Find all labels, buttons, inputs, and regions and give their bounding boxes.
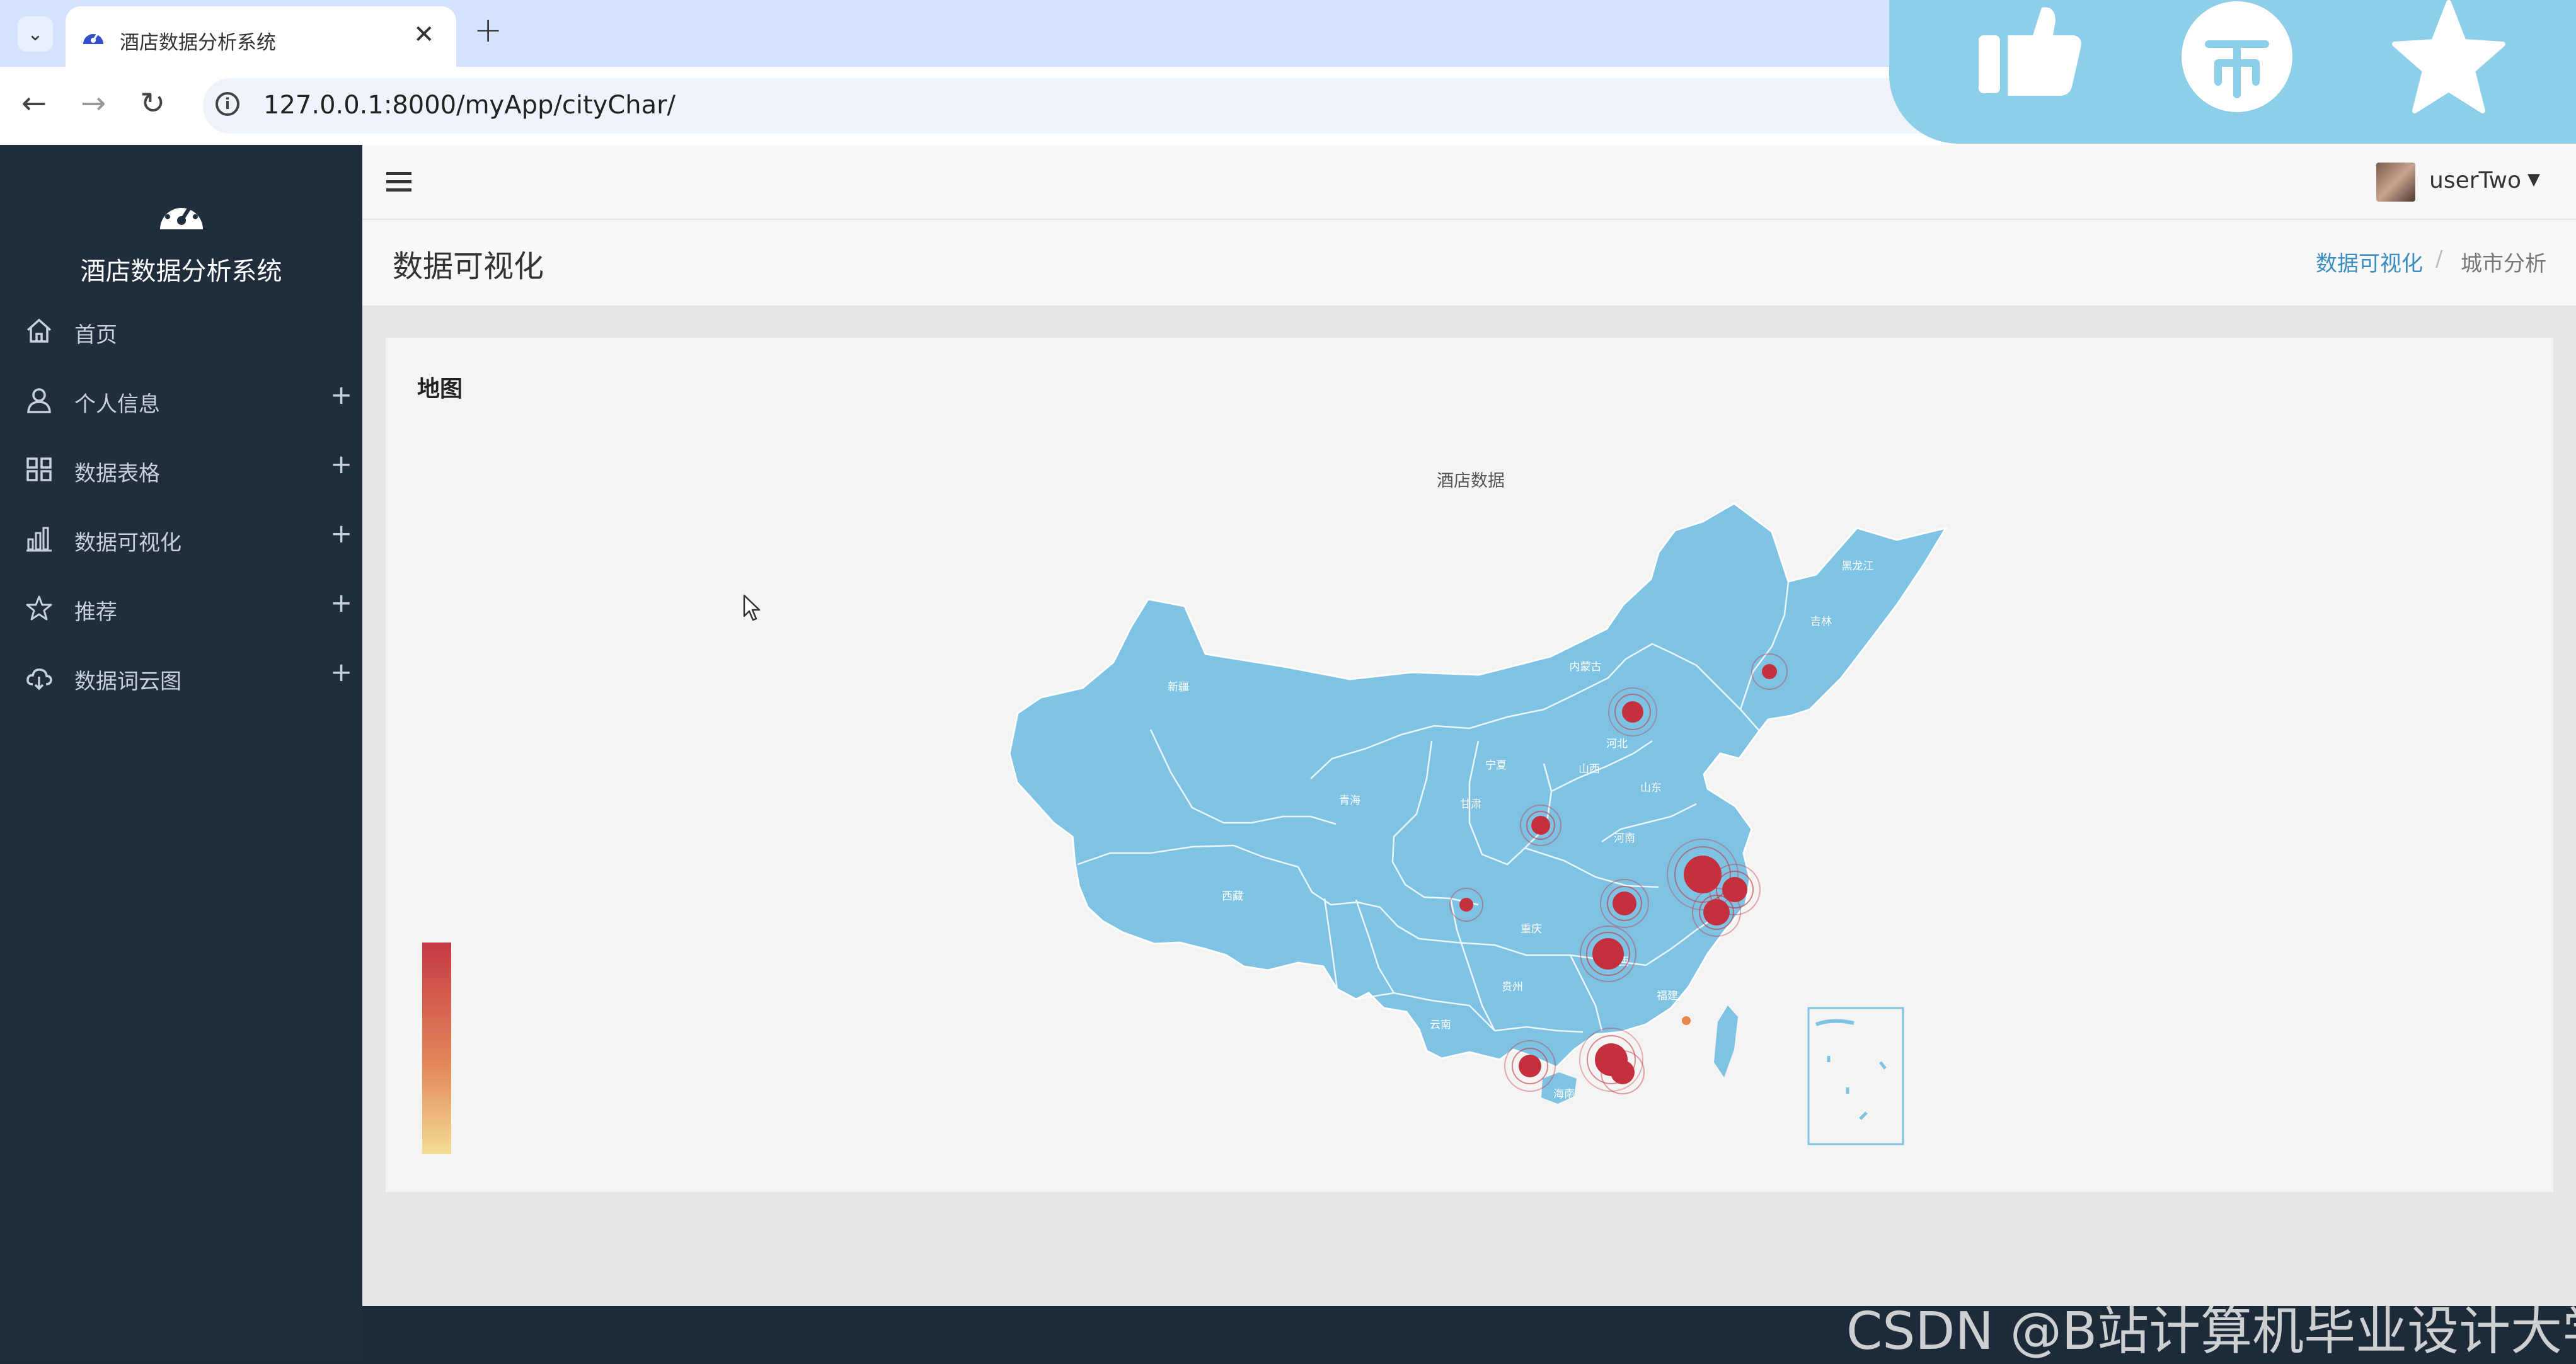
taiwan-shape[interactable] xyxy=(1714,1006,1738,1077)
brand-title: 酒店数据分析系统 xyxy=(80,257,282,286)
sidebar-item-wordcloud[interactable]: 数据词云图 + xyxy=(0,643,362,712)
chevron-down-icon: ⌄ xyxy=(27,23,43,45)
home-icon xyxy=(26,318,52,343)
top-navbar: userTwo ▼ xyxy=(362,145,2576,220)
username[interactable]: userTwo xyxy=(2429,168,2521,193)
breadcrumb-separator: / xyxy=(2435,246,2443,272)
sidebar-item-label: 数据可视化 xyxy=(74,530,181,556)
reload-icon[interactable]: ↻ xyxy=(140,86,165,121)
sidebar-item-label: 首页 xyxy=(74,323,117,348)
marker-nanning[interactable] xyxy=(1504,1040,1556,1092)
sidebar-item-recommend[interactable]: 推荐 + xyxy=(0,573,362,643)
sidebar: 酒店数据分析系统 首页 个人信息 + 数据表格 + 数据可视化 + 推荐 + 数… xyxy=(0,145,362,1361)
marker-wuhan[interactable] xyxy=(1600,879,1649,928)
sidebar-item-label: 推荐 xyxy=(74,600,117,625)
plus-icon[interactable]: + xyxy=(330,656,352,687)
floating-action-panel xyxy=(1889,0,2576,144)
sidebar-item-visualization[interactable]: 数据可视化 + xyxy=(0,504,362,573)
svg-text:山东: 山东 xyxy=(1640,782,1662,794)
marker-xian[interactable] xyxy=(1520,805,1561,846)
cloud-icon xyxy=(26,668,52,691)
svg-text:海南: 海南 xyxy=(1553,1088,1575,1101)
address-bar[interactable]: i 127.0.0.1:8000/myApp/cityChar/ xyxy=(203,78,2156,134)
caret-down-icon[interactable]: ▼ xyxy=(2527,170,2540,189)
mouse-cursor-icon xyxy=(743,594,761,621)
sidebar-item-label: 个人信息 xyxy=(74,392,160,417)
thumbs-up-icon[interactable] xyxy=(1972,4,2086,98)
plus-icon[interactable]: + xyxy=(330,518,352,549)
page-title: 数据可视化 xyxy=(393,249,544,284)
visual-map-gradient[interactable] xyxy=(422,943,451,1154)
content-header: 数据可视化 数据可视化 / 城市分析 xyxy=(362,220,2576,306)
forward-arrow-icon[interactable]: → xyxy=(81,86,106,121)
svg-text:山西: 山西 xyxy=(1578,763,1600,776)
marker-hangzhou[interactable] xyxy=(1692,888,1741,937)
svg-text:内蒙古: 内蒙古 xyxy=(1570,661,1602,673)
star-favorite-icon[interactable] xyxy=(2392,0,2505,123)
svg-text:青海: 青海 xyxy=(1339,794,1360,807)
breadcrumb-link-visualization[interactable]: 数据可视化 xyxy=(2316,246,2423,277)
watermark-text: CSDN @B站计算机毕业设计大学 xyxy=(1846,1302,2576,1361)
svg-text:河南: 河南 xyxy=(1614,832,1635,845)
marker-guangzhou[interactable] xyxy=(1579,1028,1643,1092)
sidebar-item-home[interactable]: 首页 xyxy=(0,296,362,365)
star-icon xyxy=(26,595,52,621)
dashboard-icon xyxy=(83,32,103,44)
browser-tab-active[interactable]: 酒店数据分析系统 ✕ xyxy=(66,6,456,67)
url-text: 127.0.0.1:8000/myApp/cityChar/ xyxy=(263,91,676,120)
svg-text:贵州: 贵州 xyxy=(1502,981,1523,994)
svg-text:吉林: 吉林 xyxy=(1810,616,1832,628)
user-icon xyxy=(27,388,51,413)
hamburger-menu-icon[interactable] xyxy=(385,170,413,194)
china-mainland-shape[interactable] xyxy=(1008,502,1948,1069)
svg-text:甘肃: 甘肃 xyxy=(1460,798,1481,811)
svg-text:云南: 云南 xyxy=(1430,1019,1451,1031)
svg-text:福建: 福建 xyxy=(1657,990,1678,1002)
new-tab-button[interactable]: + xyxy=(474,10,502,50)
svg-text:西藏: 西藏 xyxy=(1222,890,1243,903)
map-title: 酒店数据 xyxy=(1437,471,1505,491)
map-card: 地图 酒店数据 新疆 青海 西藏 甘肃 内蒙古 黑龙江 吉林 山西 山东 河南 … xyxy=(386,338,2553,1192)
tab-search-button[interactable]: ⌄ xyxy=(18,16,53,52)
back-arrow-icon[interactable]: ← xyxy=(21,86,47,121)
plus-icon[interactable]: + xyxy=(330,449,352,479)
tab-close-button[interactable]: ✕ xyxy=(413,20,435,49)
svg-text:新疆: 新疆 xyxy=(1168,681,1189,694)
svg-text:河北: 河北 xyxy=(1606,738,1628,750)
svg-text:宁夏: 宁夏 xyxy=(1485,759,1507,772)
sidebar-item-data-table[interactable]: 数据表格 + xyxy=(0,435,362,504)
svg-text:黑龙江: 黑龙江 xyxy=(1842,560,1874,573)
avatar[interactable] xyxy=(2376,163,2415,202)
china-map[interactable]: 酒店数据 新疆 青海 西藏 甘肃 内蒙古 黑龙江 吉林 山西 山东 河南 重庆 … xyxy=(386,338,2553,1192)
south-china-sea-inset xyxy=(1807,1007,1904,1145)
bar-chart-icon xyxy=(26,527,52,552)
plus-icon[interactable]: + xyxy=(330,379,352,410)
plus-icon[interactable]: + xyxy=(330,587,352,618)
svg-text:重庆: 重庆 xyxy=(1521,923,1542,936)
coin-icon[interactable] xyxy=(2180,0,2294,123)
marker-xiamen[interactable] xyxy=(1682,1016,1691,1025)
sidebar-item-profile[interactable]: 个人信息 + xyxy=(0,365,362,435)
sidebar-item-label: 数据表格 xyxy=(74,461,160,486)
sidebar-item-label: 数据词云图 xyxy=(74,669,181,694)
main-content: userTwo ▼ 数据可视化 数据可视化 / 城市分析 地图 酒店数据 新疆 … xyxy=(362,145,2576,1306)
site-info-icon[interactable]: i xyxy=(216,92,239,116)
tab-title: 酒店数据分析系统 xyxy=(120,32,276,54)
dashboard-logo-icon xyxy=(160,198,203,229)
breadcrumb-current: 城市分析 xyxy=(2461,251,2546,277)
grid-icon xyxy=(26,457,52,481)
